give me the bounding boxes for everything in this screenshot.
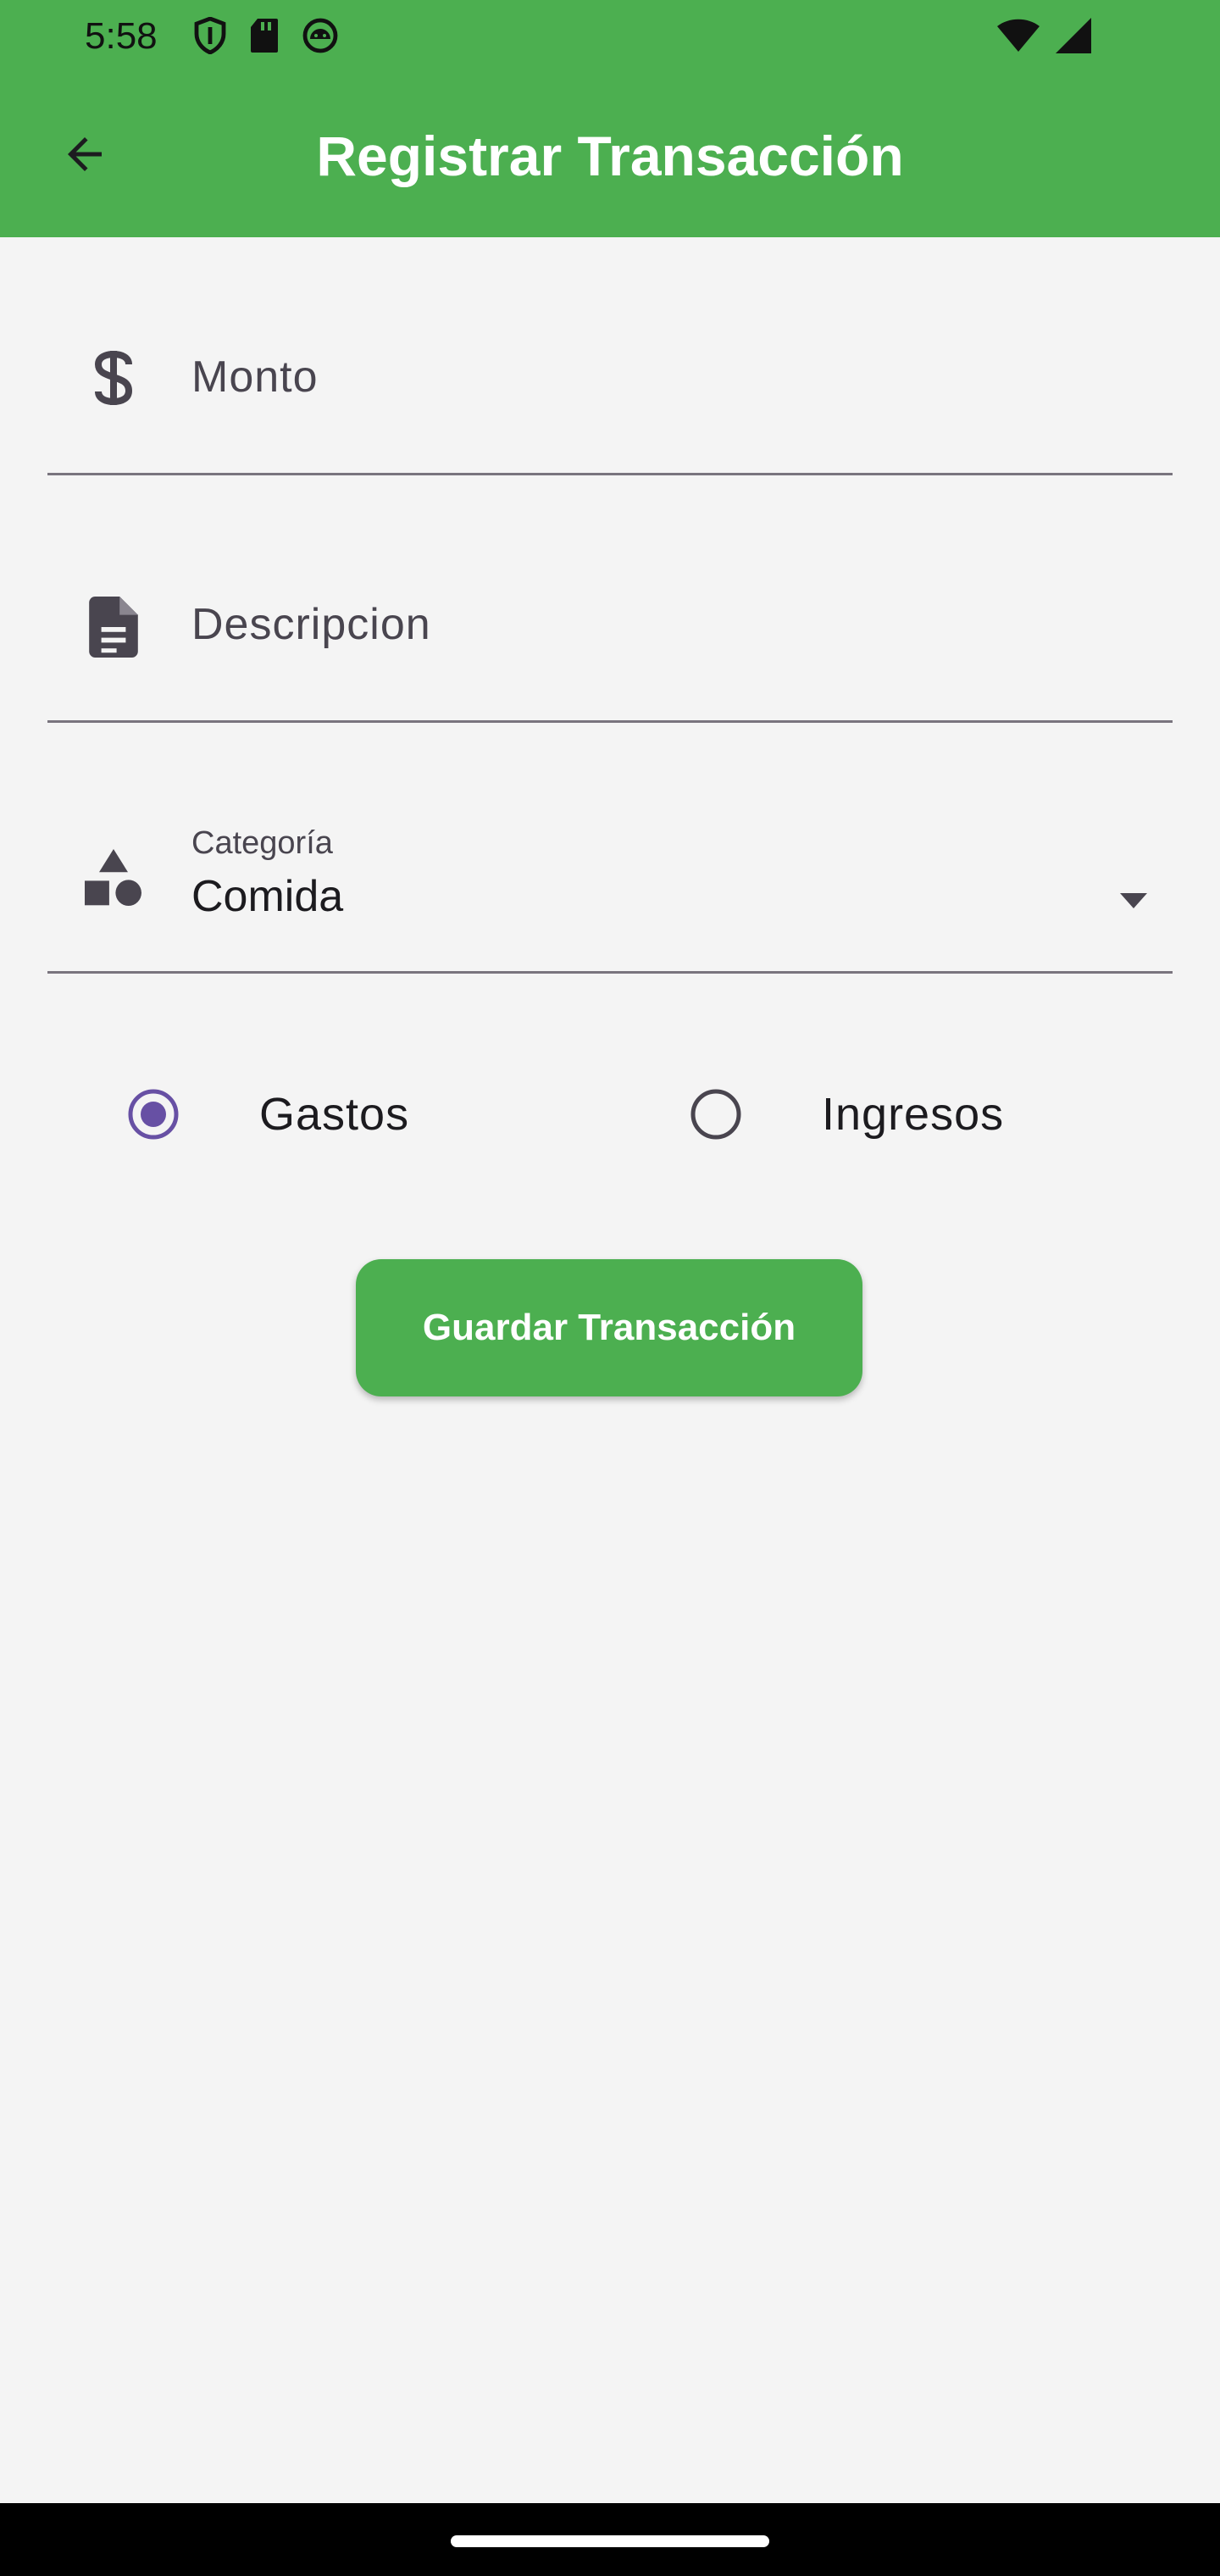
status-time: 5:58 bbox=[85, 15, 158, 57]
radio-option-expenses[interactable]: Gastos bbox=[127, 1059, 409, 1169]
radio-selected-icon[interactable] bbox=[127, 1088, 180, 1141]
sd-card-icon bbox=[249, 17, 280, 58]
radio-label-expenses: Gastos bbox=[259, 1089, 410, 1140]
page-title: Registrar Transacción bbox=[316, 125, 904, 187]
amount-input[interactable]: Monto bbox=[191, 352, 319, 402]
home-gesture-handle[interactable] bbox=[451, 2535, 769, 2547]
category-label: Categoría bbox=[191, 825, 333, 861]
description-input[interactable]: Descripcion bbox=[191, 599, 431, 650]
description-field[interactable]: Descripcion bbox=[47, 527, 1173, 723]
shield-icon bbox=[193, 15, 227, 58]
app-bar: Registrar Transacción bbox=[0, 75, 1220, 237]
arrow-back-icon bbox=[59, 129, 110, 184]
navigation-bar bbox=[0, 2503, 1220, 2576]
status-icons-left bbox=[193, 15, 339, 58]
back-button[interactable] bbox=[47, 119, 122, 193]
status-icons-right bbox=[996, 17, 1093, 58]
radio-option-income[interactable]: Ingresos bbox=[690, 1059, 1004, 1169]
android-icon bbox=[302, 17, 339, 58]
signal-icon bbox=[1056, 17, 1093, 58]
save-transaction-button[interactable]: Guardar Transacción bbox=[356, 1259, 862, 1396]
amount-field[interactable]: Monto bbox=[47, 280, 1173, 475]
category-dropdown[interactable]: Categoría Comida bbox=[47, 774, 1173, 974]
radio-label-income: Ingresos bbox=[822, 1089, 1005, 1140]
status-bar: 5:58 bbox=[0, 0, 1220, 75]
wifi-icon bbox=[996, 18, 1040, 58]
category-icon bbox=[85, 846, 142, 910]
document-icon bbox=[85, 595, 142, 659]
chevron-down-icon[interactable] bbox=[1113, 880, 1154, 920]
dollar-icon bbox=[85, 346, 142, 410]
transaction-type-radio-group: Gastos Ingresos bbox=[0, 1059, 1220, 1169]
radio-unselected-icon[interactable] bbox=[690, 1088, 742, 1141]
category-value: Comida bbox=[191, 872, 344, 921]
